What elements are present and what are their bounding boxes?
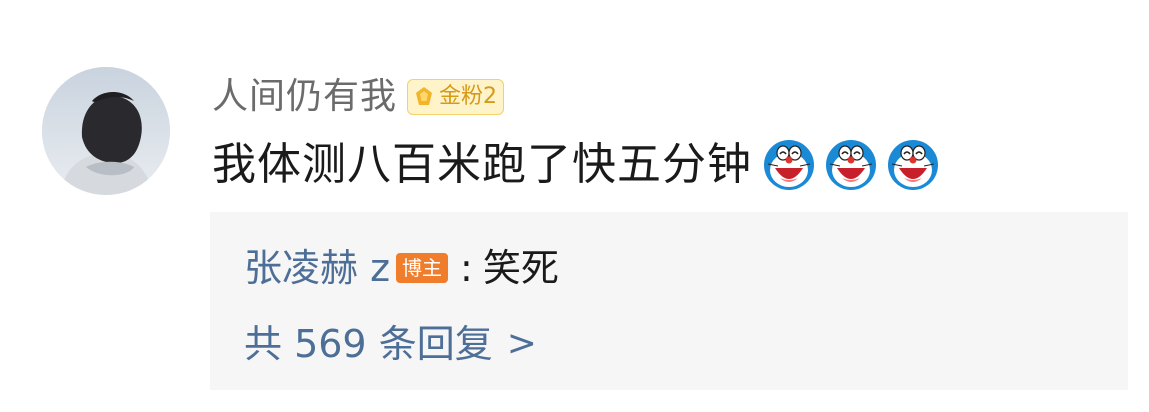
avatar-image bbox=[42, 67, 170, 195]
username-row: 人间仍有我 金粉2 bbox=[212, 72, 505, 122]
reply-item[interactable]: 张凌赫 z 博主 : 笑死 bbox=[244, 242, 559, 294]
reply-text: 笑死 bbox=[482, 246, 559, 290]
avatar[interactable] bbox=[42, 67, 170, 195]
reply-separator: : bbox=[460, 246, 473, 290]
fan-badge-label: 金粉2 bbox=[439, 84, 498, 109]
doraemon-laugh-icon bbox=[764, 140, 814, 190]
username[interactable]: 人间仍有我 bbox=[212, 72, 397, 122]
doraemon-laugh-icon bbox=[826, 140, 876, 190]
comment-card: 人间仍有我 金粉2 我体测八百米跑了快五分钟 张凌赫 z 博主: 笑死 共 5… bbox=[0, 0, 1149, 412]
fan-level-badge[interactable]: 金粉2 bbox=[407, 79, 505, 115]
reply-author-name[interactable]: 张凌赫 z bbox=[244, 242, 390, 294]
diamond-icon bbox=[416, 87, 433, 105]
comment-body: 我体测八百米跑了快五分钟 bbox=[212, 136, 940, 194]
chevron-right-icon: > bbox=[506, 323, 537, 364]
reply-count[interactable]: 共 569 条回复 bbox=[244, 318, 493, 370]
reply-preview-box[interactable]: 张凌赫 z 博主 : 笑死 共 569 条回复 > bbox=[210, 212, 1128, 390]
doraemon-laugh-icon bbox=[888, 140, 938, 190]
author-badge: 博主 bbox=[396, 253, 449, 283]
comment-text: 我体测八百米跑了快五分钟 bbox=[212, 139, 752, 190]
view-all-replies-link[interactable]: 共 569 条回复 > bbox=[244, 318, 537, 370]
